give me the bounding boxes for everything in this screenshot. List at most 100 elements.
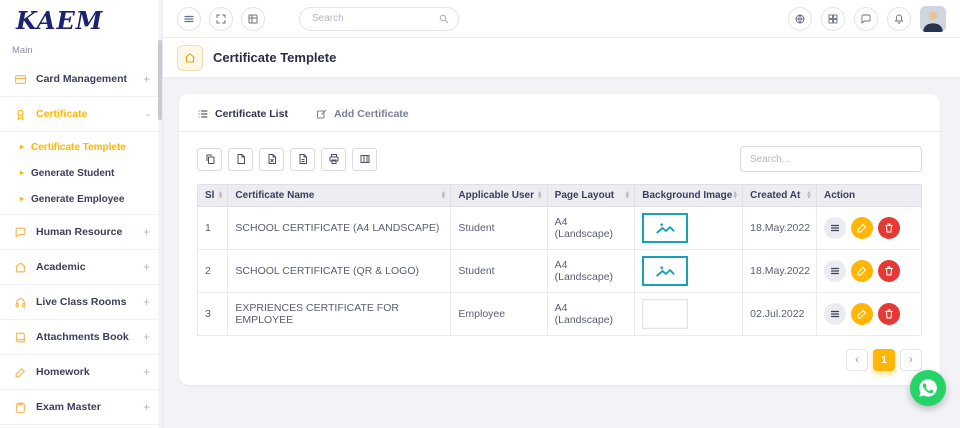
cell-certificate-name: SCHOOL CERTIFICATE (QR & Logo) xyxy=(228,250,451,293)
sidebar-scrollbar[interactable] xyxy=(158,0,162,428)
caret-icon: ▸ xyxy=(20,169,24,177)
cell-page-layout: A4 (Landscape) xyxy=(547,250,635,293)
list-icon xyxy=(197,108,209,120)
column-header-action: Action xyxy=(816,185,921,207)
apps-button[interactable] xyxy=(821,7,845,31)
plus-icon: + xyxy=(143,330,150,344)
csv-export-button[interactable] xyxy=(228,148,253,171)
sidebar-item-academic[interactable]: Academic + xyxy=(0,250,162,285)
home-icon[interactable] xyxy=(177,45,203,71)
column-header-page-layout[interactable]: Page Layout xyxy=(547,185,635,207)
delete-button[interactable] xyxy=(878,260,900,282)
cell-sl: 2 xyxy=(198,250,228,293)
table-search-input[interactable] xyxy=(740,146,922,172)
excel-export-button[interactable] xyxy=(259,148,284,171)
column-header-applicable-user[interactable]: Applicable User xyxy=(451,185,547,207)
fullscreen-button[interactable] xyxy=(209,7,233,31)
card-icon xyxy=(14,73,27,86)
tab-certificate-list[interactable]: Certificate List xyxy=(197,108,288,131)
cell-background-image xyxy=(635,207,743,250)
table-search xyxy=(740,146,922,172)
sidebar-item-live-class-rooms[interactable]: Live Class Rooms + xyxy=(0,285,162,320)
whatsapp-icon xyxy=(917,377,939,399)
row-menu-button[interactable] xyxy=(824,260,846,282)
global-search xyxy=(299,7,459,31)
copy-button[interactable] xyxy=(197,148,222,171)
sidebar-item-label: Certificate xyxy=(36,108,87,120)
minus-icon: - xyxy=(146,107,150,121)
user-avatar[interactable] xyxy=(920,6,946,32)
topbar-right xyxy=(788,6,946,32)
sidebar-item-attachments-book[interactable]: Attachments Book + xyxy=(0,320,162,355)
column-header-sl[interactable]: Sl xyxy=(198,185,228,207)
scrollbar-thumb[interactable] xyxy=(158,40,162,120)
sidebar-item-generate-student[interactable]: ▸ Generate Student xyxy=(0,160,162,186)
sort-icon xyxy=(440,191,446,200)
main-area: Certificate Templete Certificate List Ad… xyxy=(163,0,960,428)
sidebar-subitem-label: Generate Employee xyxy=(31,194,124,205)
edit-button[interactable] xyxy=(851,217,873,239)
sidebar-item-label: Attachments Book xyxy=(36,331,129,343)
sidebar-subitem-label: Certificate Templete xyxy=(31,142,126,153)
row-menu-button[interactable] xyxy=(824,303,846,325)
delete-button[interactable] xyxy=(878,303,900,325)
menu-toggle-button[interactable] xyxy=(177,7,201,31)
sort-icon xyxy=(537,191,543,200)
pencil-icon xyxy=(14,366,27,379)
column-header-certificate-name[interactable]: Certificate Name xyxy=(228,185,451,207)
sidebar-item-label: Live Class Rooms xyxy=(36,296,126,308)
sidebar: KAEM Main Card Management + Certificate … xyxy=(0,0,163,428)
sidebar-item-label: Academic xyxy=(36,261,86,273)
pdf-export-button[interactable] xyxy=(290,148,315,171)
sidebar-item-label: Exam Master xyxy=(36,401,101,413)
print-button[interactable] xyxy=(321,148,346,171)
plus-icon: + xyxy=(143,295,150,309)
sidebar-item-card-management[interactable]: Card Management + xyxy=(0,62,162,97)
certificate-icon xyxy=(14,108,27,121)
tab-add-certificate[interactable]: Add Certificate xyxy=(316,108,409,131)
sidebar-submenu-certificate: ▸ Certificate Templete ▸ Generate Studen… xyxy=(0,132,162,215)
column-header-created-at[interactable]: Created At xyxy=(743,185,817,207)
cell-created-at: 18.May.2022 xyxy=(743,250,817,293)
notifications-bell-button[interactable] xyxy=(887,7,911,31)
headphones-icon xyxy=(14,296,27,309)
caret-icon: ▸ xyxy=(20,195,24,203)
previous-page-button[interactable] xyxy=(846,349,868,371)
caret-icon: ▸ xyxy=(20,143,24,151)
cell-applicable-user: Employee xyxy=(451,293,547,336)
page-title: Certificate Templete xyxy=(213,50,336,65)
row-menu-button[interactable] xyxy=(824,217,846,239)
plus-icon: + xyxy=(143,260,150,274)
plus-icon: + xyxy=(143,365,150,379)
column-visibility-button[interactable] xyxy=(352,148,377,171)
cell-applicable-user: Student xyxy=(451,207,547,250)
whatsapp-button[interactable] xyxy=(910,370,946,406)
sidebar-item-certificate-templete[interactable]: ▸ Certificate Templete xyxy=(0,134,162,160)
table-row: 2 SCHOOL CERTIFICATE (QR & Logo) Student… xyxy=(198,250,922,293)
cell-sl: 3 xyxy=(198,293,228,336)
sidebar-item-certificate[interactable]: Certificate - xyxy=(0,97,162,132)
chat-button[interactable] xyxy=(854,7,878,31)
sort-icon xyxy=(732,191,738,200)
delete-button[interactable] xyxy=(878,217,900,239)
sidebar-item-generate-employee[interactable]: ▸ Generate Employee xyxy=(0,186,162,212)
app-logo[interactable]: KAEM xyxy=(0,0,162,37)
page-number-current[interactable]: 1 xyxy=(873,349,895,371)
sort-icon xyxy=(806,191,812,200)
search-input[interactable] xyxy=(299,7,459,31)
globe-button[interactable] xyxy=(788,7,812,31)
tabs: Certificate List Add Certificate xyxy=(179,94,940,132)
table-toolbar xyxy=(179,132,940,184)
cell-page-layout: A4 (Landscape) xyxy=(547,293,635,336)
cell-applicable-user: Student xyxy=(451,250,547,293)
next-page-button[interactable] xyxy=(900,349,922,371)
home-icon xyxy=(14,261,27,274)
grid-button[interactable] xyxy=(241,7,265,31)
column-header-background-image[interactable]: Background Image xyxy=(635,185,743,207)
edit-button[interactable] xyxy=(851,303,873,325)
sidebar-item-human-resource[interactable]: Human Resource + xyxy=(0,215,162,250)
plus-icon: + xyxy=(143,72,150,86)
sidebar-item-exam-master[interactable]: Exam Master + xyxy=(0,390,162,425)
sidebar-item-homework[interactable]: Homework + xyxy=(0,355,162,390)
edit-button[interactable] xyxy=(851,260,873,282)
